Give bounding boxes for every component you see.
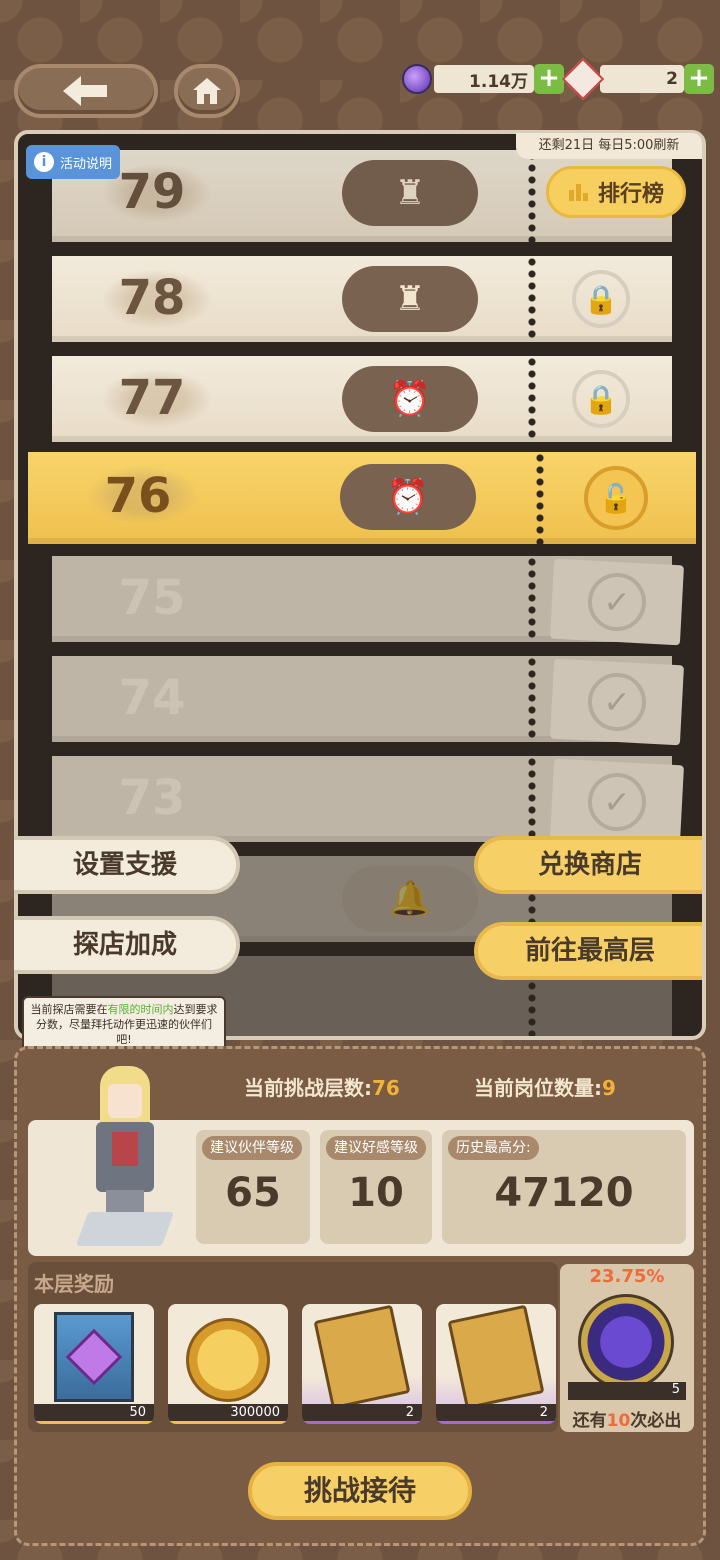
bell-icon: 🔔 [342,866,478,932]
purple-star-medal-icon [578,1294,674,1390]
alarm-clock-icon: ⏰ [342,366,478,432]
reward-title: 本层奖励 [34,1272,114,1296]
slots-label: 当前岗位数量: [474,1076,602,1100]
perforation [528,150,536,242]
floor-row[interactable]: 77 ⏰ 🔒 [52,356,672,442]
purple-gem-icon [402,64,432,94]
golden-book-icon [313,1304,411,1410]
best-score-value: 47120 [494,1170,634,1216]
gold-coin-icon [186,1318,270,1402]
floor-row[interactable]: 74 ✓ [52,656,685,746]
exchange-shop-button[interactable]: 兑换商店 [474,836,702,894]
special-reward[interactable]: 23.75% 5 还有10次必出 [560,1264,694,1432]
leaderboard-label: 排行榜 [597,182,664,207]
slots-value: 9 [602,1076,616,1100]
floor-number: 75 [118,570,186,626]
reward-item[interactable]: 2 [302,1304,422,1424]
ticket-resource: 2 + [561,57,714,101]
character-sprite [74,1066,175,1250]
alarm-clock-icon: ⏰ [340,464,476,530]
floor-number: 77 [118,370,186,426]
home-button[interactable] [174,64,240,118]
info-icon: i [34,152,54,172]
guarantee-suffix: 次必出 [630,1411,682,1431]
floor-row[interactable]: 75 ✓ [52,556,685,646]
current-floor-label: 当前挑战层数: [244,1076,372,1100]
golden-book-icon [447,1304,545,1410]
remaining-time: 还剩21日 每日5:00刷新 [516,133,702,159]
gem-resource: 1.14万 + [402,64,564,94]
chef-hat-icon: ♜ [342,266,478,332]
reward-item[interactable]: 2 [436,1304,556,1424]
suggest-partner-label: 建议伙伴等级 [202,1136,302,1160]
completed-tab: ✓ [549,558,685,646]
slots-stat: 当前岗位数量:9 [474,1072,616,1101]
floor-row-current[interactable]: 76 ⏰ 🔓 [28,452,696,544]
hint-text-highlight: 有限的时间内 [107,1003,174,1016]
drop-rate: 23.75% [589,1266,665,1287]
guarantee-prefix: 还有 [572,1411,607,1431]
perforation [528,756,536,842]
back-button[interactable] [14,64,158,118]
chef-hat-icon: ♜ [342,160,478,226]
go-top-floor-button[interactable]: 前往最高层 [474,922,702,980]
add-gem-button[interactable]: + [534,64,564,94]
completed-tab: ✓ [549,658,685,746]
tower-panel: 79 ♜ 78 ♜ 🔒 77 ⏰ 🔒 76 ⏰ 🔓 75 ✓ 74 ✓ 73 ✓… [14,130,706,1040]
check-icon: ✓ [586,671,648,733]
suggest-partner-card: 建议伙伴等级 65 [196,1130,310,1244]
leaderboard-button[interactable]: 排行榜 [546,166,686,218]
floor-row[interactable]: 78 ♜ 🔒 [52,256,672,342]
perforation [528,656,536,742]
add-ticket-button[interactable]: + [684,64,714,94]
reward-item[interactable]: 50 [34,1304,154,1424]
current-floor-stat: 当前挑战层数:76 [244,1072,400,1101]
perforation [528,556,536,642]
lock-icon: 🔒 [572,370,630,428]
event-info-label: 活动说明 [60,156,113,172]
floor-number: 76 [104,468,172,524]
floor-number: 78 [118,270,186,326]
suggest-partner-value: 65 [225,1170,281,1216]
check-icon: ✓ [586,771,648,833]
special-count: 5 [568,1382,686,1400]
suggest-affinity-label: 建议好感等级 [326,1136,426,1160]
best-score-label: 历史最高分: [448,1136,539,1160]
suggest-affinity-value: 10 [348,1170,404,1216]
gem-count: 1.14万 [434,65,534,93]
floor-row[interactable]: 73 ✓ [52,756,685,846]
guarantee-number: 10 [606,1411,631,1431]
completed-tab: ✓ [549,758,685,846]
purple-gem-banner-icon [54,1312,134,1402]
shop-bonus-button[interactable]: 探店加成 [14,916,240,974]
current-floor-value: 76 [372,1076,400,1100]
floor-number: 73 [118,770,186,826]
hint-text-prefix: 当前探店需要在 [30,1003,108,1016]
check-icon: ✓ [586,571,648,633]
unlock-icon: 🔓 [584,466,648,530]
best-score-card: 历史最高分: 47120 [442,1130,686,1244]
suggest-affinity-card: 建议好感等级 10 [320,1130,432,1244]
perforation [528,356,536,442]
set-support-button[interactable]: 设置支援 [14,836,240,894]
perforation [528,256,536,342]
home-icon [193,78,221,104]
floor-number: 74 [118,670,186,726]
ticket-icon [561,57,605,101]
lock-icon: 🔒 [572,270,630,328]
arrow-left-icon [63,76,107,106]
start-challenge-button[interactable]: 挑战接待 [248,1462,472,1520]
reward-item[interactable]: 300000 [168,1304,288,1424]
event-info-button[interactable]: i 活动说明 [26,145,121,179]
bar-chart-icon [568,184,588,201]
ticket-count: 2 [600,65,684,93]
perforation [536,452,544,544]
guarantee-text: 还有10次必出 [560,1406,694,1431]
